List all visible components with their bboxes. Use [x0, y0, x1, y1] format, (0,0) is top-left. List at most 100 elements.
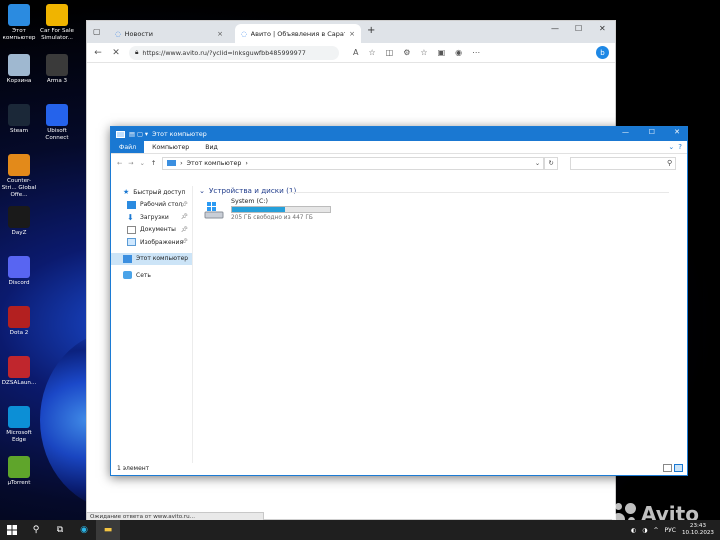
nav-item-documents[interactable]: Документы 📌︎ — [111, 224, 192, 237]
task-view-icon: ⧉ — [56, 525, 64, 535]
desktop-icon-dayz[interactable]: DayZ — [0, 206, 38, 237]
desktop-icon-label: Counter-Stri... Global Offe... — [1, 178, 37, 198]
chevron-up-icon[interactable]: ^ — [653, 527, 658, 534]
expand-ribbon-icon[interactable]: ⌄ — [668, 143, 674, 151]
desktop-icon-csgo[interactable]: Counter-Stri... Global Offe... — [0, 154, 38, 199]
clock[interactable]: 23:43 10.10.2023 — [682, 523, 714, 537]
star-icon: ★ — [123, 188, 130, 197]
desktop-icon-steam[interactable]: Steam — [0, 104, 38, 135]
group-divider — [289, 192, 669, 193]
favorite-icon[interactable]: ☆ — [368, 48, 375, 57]
nav-item-downloads[interactable]: ⬇ Загрузки 📌︎ — [111, 211, 192, 224]
language-indicator[interactable]: РУС — [665, 527, 676, 534]
drive-icon — [204, 202, 224, 219]
drive-usage-bar — [231, 206, 331, 213]
loading-icon: ◌ — [241, 29, 247, 38]
recent-dropdown-icon[interactable]: ⌄ — [140, 160, 145, 167]
tab-news[interactable]: ◌ Новости × — [109, 24, 229, 43]
details-view-icon[interactable] — [663, 464, 672, 472]
read-aloud-icon[interactable]: A — [353, 48, 358, 57]
desktop-icon-label: Microsoft Edge — [6, 430, 32, 443]
dayz-icon — [8, 206, 30, 228]
close-tab-icon[interactable]: × — [217, 30, 223, 38]
address-path[interactable]: › Этот компьютер › ⌄ — [162, 156, 545, 170]
desktop-icon — [127, 200, 136, 209]
address-bar[interactable]: 🔒︎ https://www.avito.ru/?yclid=lnksguwfb… — [129, 45, 339, 60]
desktop-icon-utorrent[interactable]: µTorrent — [0, 456, 38, 487]
desktop-icon-dzsa-launcher[interactable]: DZSALaun... — [0, 356, 38, 387]
new-tab-button[interactable]: + — [367, 25, 375, 36]
desktop-icon-recycle-bin[interactable]: Корзина — [0, 54, 38, 85]
forward-icon[interactable]: → — [128, 160, 133, 167]
taskbar-explorer[interactable]: ▬ — [96, 520, 120, 540]
up-icon[interactable]: ↑ — [151, 160, 156, 167]
path-dropdown-icon[interactable]: ⌄ — [535, 160, 540, 167]
collections-icon[interactable]: ▣ — [438, 48, 446, 57]
group-header[interactable]: ⌄ Устройства и диски (1) — [199, 186, 296, 195]
desktop-icon-ubisoft[interactable]: Ubisoft Connect — [38, 104, 76, 142]
desktop-icon-arma3[interactable]: Arma 3 — [38, 54, 76, 85]
desktop-icon-discord[interactable]: Discord — [0, 256, 38, 287]
desktop-icon-label: Ubisoft Connect — [45, 128, 69, 141]
ribbon-tab-computer[interactable]: Компьютер — [144, 141, 197, 153]
taskbar-edge[interactable]: ◉ — [72, 520, 96, 540]
desktop-icon-label: Этот компьютер — [2, 28, 36, 41]
drive-item[interactable]: System (C:) 205 ГБ свободно из 447 ГБ — [203, 198, 333, 224]
ribbon-tabs: Файл Компьютер Вид ⌄ ? — [111, 141, 687, 154]
split-screen-icon[interactable]: ◫ — [386, 48, 394, 57]
desktop-icon-label: Arma 3 — [46, 78, 68, 84]
tab-avito[interactable]: ◌ Авито | Объявления в Саратов × — [235, 24, 361, 43]
minimize-button[interactable]: — — [622, 128, 629, 136]
nav-network[interactable]: Сеть — [111, 269, 192, 282]
desktop-icon-edge[interactable]: Microsoft Edge — [0, 406, 38, 444]
ribbon-tab-view[interactable]: Вид — [197, 141, 226, 153]
start-button[interactable] — [0, 520, 24, 540]
desktop-icon-label: µTorrent — [7, 480, 31, 486]
nav-quick-access[interactable]: ★ Быстрый доступ — [111, 186, 192, 199]
tab-actions-icon[interactable]: ▢ — [93, 27, 101, 36]
ubisoft-icon — [46, 104, 68, 126]
quick-access-toolbar-icon[interactable]: ▤ ▢ ▾ — [129, 131, 148, 138]
steam-icon — [8, 104, 30, 126]
close-button[interactable]: ✕ — [599, 24, 606, 33]
back-button[interactable]: ← — [93, 48, 103, 58]
dota2-icon — [8, 306, 30, 328]
help-icon[interactable]: ? — [678, 143, 682, 151]
maximize-button[interactable]: ☐ — [649, 128, 655, 136]
windows-icon — [7, 525, 17, 535]
close-button[interactable]: ✕ — [674, 128, 680, 136]
nav-item-pictures[interactable]: Изображения 📌︎ — [111, 236, 192, 249]
explorer-title-bar: ▤ ▢ ▾ Этот компьютер — ☐ ✕ — [111, 127, 687, 141]
car-for-sale-icon — [46, 4, 68, 26]
lock-icon: 🔒︎ — [135, 48, 139, 56]
desktop-icon-car-for-sale[interactable]: Car For Sale Simulator... — [38, 4, 76, 42]
close-tab-icon[interactable]: × — [349, 30, 355, 38]
task-view-button[interactable]: ⧉ — [48, 520, 72, 540]
extensions-icon[interactable]: ⚙ — [403, 48, 410, 57]
steam-tray-icon[interactable]: ◑ — [642, 527, 647, 534]
nav-item-desktop[interactable]: Рабочий стол 📌︎ — [111, 199, 192, 212]
tiles-view-icon[interactable] — [674, 464, 683, 472]
minimize-button[interactable]: — — [551, 24, 559, 33]
ribbon-tab-file[interactable]: Файл — [111, 141, 145, 153]
breadcrumb[interactable]: Этот компьютер — [187, 160, 242, 167]
maximize-button[interactable]: ☐ — [575, 24, 582, 33]
favorites-icon[interactable]: ☆ — [420, 48, 427, 57]
stop-button[interactable]: ✕ — [111, 48, 121, 58]
refresh-button[interactable]: ↻ — [544, 156, 559, 170]
desktop-icon-this-pc[interactable]: Этот компьютер — [0, 4, 38, 42]
profile-icon[interactable]: ◉ — [455, 48, 462, 57]
nav-this-pc[interactable]: Этот компьютер — [111, 252, 192, 265]
folder-icon: ▬ — [103, 525, 113, 535]
bing-icon[interactable]: b — [596, 46, 609, 59]
edge-icon — [8, 406, 30, 428]
search-input[interactable]: ⚲ — [570, 156, 677, 170]
taskbar: ⚲ ⧉ ◉ ▬ ◐ ◑ ^ РУС 23:43 10.10.2023 — [0, 520, 720, 540]
back-icon[interactable]: ← — [117, 160, 122, 167]
discord-tray-icon[interactable]: ◐ — [631, 527, 636, 534]
nav-label: Быстрый доступ — [133, 188, 186, 196]
search-button[interactable]: ⚲ — [24, 520, 48, 540]
desktop-icon-dota2[interactable]: Dota 2 — [0, 306, 38, 337]
more-icon[interactable]: ⋯ — [472, 48, 480, 57]
time: 23:43 — [689, 523, 707, 529]
